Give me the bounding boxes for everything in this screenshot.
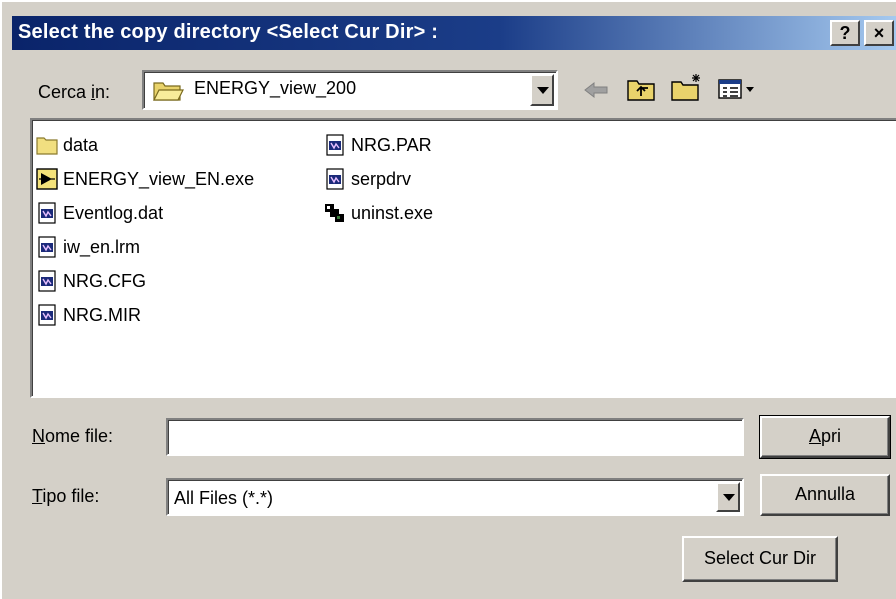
file-item-uninst[interactable]: uninst.exe bbox=[324, 200, 433, 226]
file-item-label: iw_en.lrm bbox=[63, 236, 141, 257]
folder-open-icon bbox=[153, 82, 184, 101]
file-item-label: NRG.PAR bbox=[351, 134, 432, 155]
file-item-nrg-mir[interactable]: NRG.MIR bbox=[36, 302, 141, 328]
file-item-iw-en[interactable]: iw_en.lrm bbox=[36, 234, 140, 260]
labview-exe-icon bbox=[36, 168, 58, 190]
file-item-data[interactable]: data bbox=[36, 132, 98, 158]
filetype-value: All Files (*.*) bbox=[174, 488, 274, 508]
generic-file-icon bbox=[38, 270, 56, 292]
title-bar[interactable]: Select the copy directory <Select Cur Di… bbox=[12, 16, 896, 50]
look-in-combo[interactable]: ENERGY_view_200 bbox=[142, 70, 558, 110]
generic-file-icon bbox=[326, 168, 344, 190]
file-item-label: NRG.MIR bbox=[63, 304, 141, 325]
file-list[interactable]: data ENERGY_view_EN.exe Eventlog.dat iw_… bbox=[30, 118, 896, 398]
select-cur-dir-button[interactable]: Select Cur Dir bbox=[682, 536, 838, 582]
file-item-label: uninst.exe bbox=[351, 202, 434, 223]
dialog-title: Select the copy directory <Select Cur Di… bbox=[18, 21, 439, 43]
file-dialog-window: Select the copy directory <Select Cur Di… bbox=[0, 0, 896, 599]
close-button[interactable]: × bbox=[864, 20, 894, 46]
folder-icon bbox=[36, 137, 58, 155]
cancel-button[interactable]: Annulla bbox=[760, 474, 890, 516]
file-item-nrg-par[interactable]: NRG.PAR bbox=[324, 132, 432, 158]
file-item-nrg-cfg[interactable]: NRG.CFG bbox=[36, 268, 146, 294]
file-item-label: serpdrv bbox=[351, 168, 412, 189]
look-in-value: ENERGY_view_200 bbox=[194, 78, 357, 98]
filetype-label: Tipo file: bbox=[32, 486, 100, 506]
uninstall-exe-icon bbox=[325, 204, 344, 222]
filetype-dropdown-button[interactable] bbox=[716, 482, 740, 512]
file-item-serpdrv[interactable]: serpdrv bbox=[324, 166, 411, 192]
filename-input[interactable] bbox=[166, 418, 744, 456]
generic-file-icon bbox=[38, 236, 56, 258]
help-button[interactable]: ? bbox=[830, 20, 860, 46]
look-in-label: Cerca in: bbox=[38, 82, 111, 102]
filename-label: Nome file: bbox=[32, 426, 114, 446]
filetype-combo[interactable]: All Files (*.*) bbox=[166, 478, 744, 516]
generic-file-icon bbox=[38, 202, 56, 224]
new-folder-icon[interactable] bbox=[670, 72, 704, 102]
open-button[interactable]: Apri bbox=[759, 415, 891, 459]
file-item-label: Eventlog.dat bbox=[63, 202, 164, 223]
view-menu-icon[interactable] bbox=[718, 78, 758, 102]
generic-file-icon bbox=[326, 134, 344, 156]
look-in-dropdown-button[interactable] bbox=[530, 74, 554, 106]
back-arrow-icon[interactable] bbox=[582, 80, 610, 100]
up-folder-icon[interactable] bbox=[626, 76, 656, 102]
file-item-label: ENERGY_view_EN.exe bbox=[63, 168, 255, 189]
file-item-label: NRG.CFG bbox=[63, 270, 146, 291]
generic-file-icon bbox=[38, 304, 56, 326]
file-item-label: data bbox=[63, 134, 99, 155]
file-item-energy-exe[interactable]: ENERGY_view_EN.exe bbox=[36, 166, 254, 192]
file-item-eventlog[interactable]: Eventlog.dat bbox=[36, 200, 163, 226]
